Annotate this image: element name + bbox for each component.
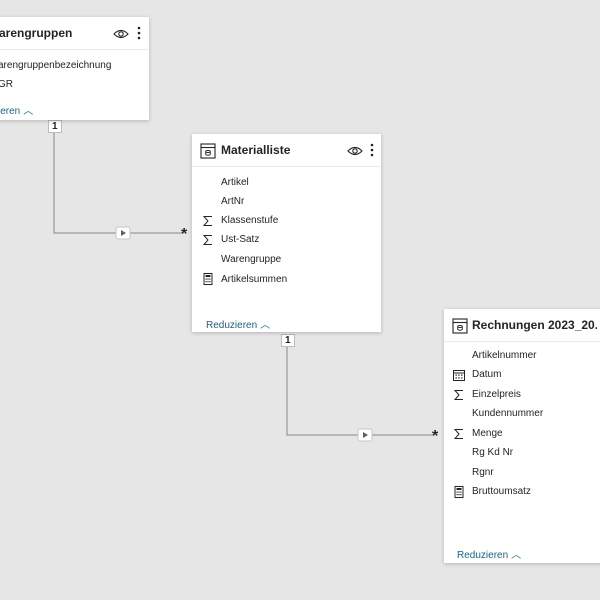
more-options-icon[interactable] [369, 142, 375, 158]
field-item[interactable]: Rg Kd Nr [472, 447, 513, 458]
table-card-materialliste[interactable]: Materialliste Artikel ArtNr Klassenstufe… [192, 134, 381, 332]
model-canvas[interactable]: 1 * 1 * arengruppen arengruppenbezeichnu… [0, 0, 600, 600]
field-item[interactable]: Warengruppe [221, 254, 281, 265]
calendar-icon [453, 370, 465, 381]
collapse-link[interactable]: ieren ︿ [0, 102, 33, 117]
cardinality-one-label: 1 [48, 120, 62, 133]
collapse-link[interactable]: Reduzieren ︿ [206, 316, 270, 331]
table-title: arengruppen [0, 26, 73, 40]
chevron-up-icon: ︿ [260, 320, 271, 331]
cardinality-one-label: 1 [281, 334, 295, 347]
table-card-header[interactable]: arengruppen [0, 17, 149, 50]
field-item[interactable]: Kundennummer [472, 408, 543, 419]
field-item[interactable]: ArtNr [221, 196, 244, 207]
calculator-icon [454, 486, 464, 498]
field-item[interactable]: Artikel [221, 177, 249, 188]
cross-filter-arrow-icon [115, 226, 131, 240]
sigma-icon [453, 429, 463, 439]
table-icon [200, 143, 216, 159]
table-card-header[interactable]: Rechnungen 2023_20... [444, 309, 600, 342]
field-item[interactable]: Menge [472, 428, 503, 439]
field-item[interactable]: Bruttoumsatz [472, 486, 531, 497]
table-card-header[interactable]: Materialliste [192, 134, 381, 167]
field-item[interactable]: Ust-Satz [221, 234, 259, 245]
field-item[interactable]: Einzelpreis [472, 389, 521, 400]
eye-icon[interactable] [113, 28, 129, 40]
field-item[interactable]: Artikelnummer [472, 350, 536, 361]
table-title: Rechnungen 2023_20... [472, 318, 597, 332]
sigma-icon [202, 235, 212, 245]
chevron-up-icon: ︿ [23, 106, 34, 117]
field-item[interactable]: GR [0, 79, 13, 90]
table-title: Materialliste [221, 143, 291, 157]
cross-filter-arrow-icon [357, 428, 373, 442]
chevron-up-icon: ︿ [511, 550, 522, 561]
table-card-warengruppen[interactable]: arengruppen arengruppenbezeichnung GR ie… [0, 17, 149, 120]
collapse-link[interactable]: Reduzieren ︿ [457, 546, 521, 561]
more-options-icon[interactable] [136, 25, 142, 41]
field-item[interactable]: arengruppenbezeichnung [0, 60, 111, 71]
calculator-icon [203, 273, 213, 285]
relationship-materialliste-rechnungen[interactable] [286, 345, 433, 442]
field-item[interactable]: Artikelsummen [221, 274, 287, 285]
sigma-icon [453, 390, 463, 400]
cardinality-many-label: * [432, 428, 439, 445]
field-item[interactable]: Rgnr [472, 467, 494, 478]
field-item[interactable]: Datum [472, 369, 501, 380]
table-card-rechnungen[interactable]: Rechnungen 2023_20... Artikelnummer Datu… [444, 309, 600, 563]
eye-icon[interactable] [347, 145, 363, 157]
table-icon [452, 318, 468, 334]
relationship-warengruppen-materialliste[interactable] [53, 131, 183, 240]
cardinality-many-label: * [181, 226, 188, 243]
field-item[interactable]: Klassenstufe [221, 215, 278, 226]
sigma-icon [202, 216, 212, 226]
